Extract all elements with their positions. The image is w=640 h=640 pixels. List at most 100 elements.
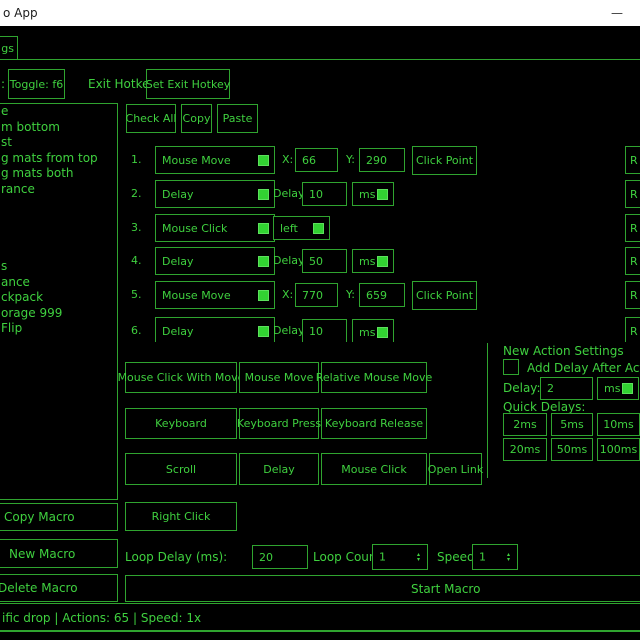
start-macro-button[interactable]: Start Macro xyxy=(125,575,640,602)
macro-list-item[interactable]: g mats both xyxy=(0,166,117,182)
action-type-value: Delay xyxy=(162,255,194,268)
action-type-dropdown[interactable]: Mouse Move xyxy=(155,146,275,174)
delay-unit-dropdown[interactable]: ms xyxy=(352,319,394,342)
toggle-hotkey-button[interactable]: Toggle: f6 xyxy=(8,69,65,99)
y-label: Y: xyxy=(346,288,355,301)
loop-count-stepper[interactable]: 1 ▴▾ xyxy=(372,544,428,570)
add-mouse-click-with-move-button[interactable]: Mouse Click With Move xyxy=(125,362,237,393)
add-keyboard-press-button[interactable]: Keyboard Press xyxy=(239,408,319,439)
tab-settings[interactable]: gs xyxy=(0,36,18,60)
paste-button[interactable]: Paste xyxy=(217,104,258,133)
speed-stepper[interactable]: 1 ▴▾ xyxy=(472,544,518,570)
macro-list-item[interactable]: e xyxy=(0,104,117,120)
copy-macro-button[interactable]: Copy Macro xyxy=(0,503,118,531)
delay-input[interactable]: 10 xyxy=(302,319,347,342)
add-keyboard-release-button[interactable]: Keyboard Release xyxy=(321,408,427,439)
action-type-dropdown[interactable]: Mouse Move xyxy=(155,281,275,309)
dropdown-indicator-icon xyxy=(377,256,388,267)
delay-input[interactable]: 50 xyxy=(302,249,347,273)
delete-macro-button[interactable]: Delete Macro xyxy=(0,574,118,602)
delay-unit-dropdown[interactable]: ms xyxy=(352,182,394,206)
tab-settings-label: gs xyxy=(1,42,14,55)
action-type-dropdown[interactable]: Delay xyxy=(155,247,275,275)
action-index: 2. xyxy=(131,187,142,200)
loop-delay-input[interactable]: 20 xyxy=(252,545,308,569)
quick-delay-20ms-button[interactable]: 20ms xyxy=(503,438,547,461)
macro-list-item[interactable] xyxy=(0,197,117,213)
quick-delay-2ms-button[interactable]: 2ms xyxy=(503,413,547,436)
quick-delay-10ms-button[interactable]: 10ms xyxy=(597,413,640,436)
remove-action-button[interactable]: R xyxy=(625,214,640,242)
minimize-button[interactable]: — xyxy=(600,0,634,26)
stepper-arrows-icon[interactable]: ▴▾ xyxy=(507,552,510,562)
add-open-link-button[interactable]: Open Link xyxy=(429,453,482,485)
action-type-dropdown[interactable]: Delay xyxy=(155,317,275,342)
new-action-delay-label: Delay: xyxy=(503,381,541,395)
add-mouse-click-button[interactable]: Mouse Click xyxy=(321,453,427,485)
macro-list-item[interactable]: rance xyxy=(0,182,117,198)
macro-list-item[interactable] xyxy=(0,228,117,244)
macro-list-item[interactable]: s xyxy=(0,259,117,275)
macro-list-item[interactable]: st xyxy=(0,135,117,151)
dropdown-indicator-icon xyxy=(258,223,269,234)
macro-list-item[interactable]: m bottom xyxy=(0,120,117,136)
y-input[interactable]: 659 xyxy=(359,283,405,307)
quick-delay-100ms-button[interactable]: 100ms xyxy=(597,438,640,461)
add-delay-checkbox[interactable] xyxy=(503,359,519,375)
click-point-button[interactable]: Click Point xyxy=(412,146,477,175)
new-action-delay-value: 2 xyxy=(547,382,554,395)
add-action-label: Keyboard xyxy=(155,417,207,430)
y-value: 290 xyxy=(366,154,387,167)
add-scroll-button[interactable]: Scroll xyxy=(125,453,237,485)
mouse-button-dropdown[interactable]: left xyxy=(273,216,330,240)
macro-list-item[interactable]: ance xyxy=(0,275,117,291)
copy-macro-label: Copy Macro xyxy=(4,510,75,524)
macro-list-item[interactable]: g mats from top xyxy=(0,151,117,167)
new-action-delay-unit-dropdown[interactable]: ms xyxy=(597,377,639,400)
check-all-button[interactable]: Check All xyxy=(126,104,176,133)
paste-label: Paste xyxy=(223,112,253,125)
remove-action-button[interactable]: R xyxy=(625,247,640,275)
new-action-delay-input[interactable]: 2 xyxy=(540,377,593,400)
add-mouse-move-button[interactable]: Mouse Move xyxy=(239,362,319,393)
macro-list-item[interactable]: Flip xyxy=(0,321,117,337)
new-macro-button[interactable]: New Macro xyxy=(0,539,118,568)
remove-action-button[interactable]: R xyxy=(625,146,640,174)
copy-button[interactable]: Copy xyxy=(181,104,212,133)
macro-list-item[interactable] xyxy=(0,213,117,229)
macro-list-item[interactable]: ckpack xyxy=(0,290,117,306)
delay-unit-dropdown[interactable]: ms xyxy=(352,249,394,273)
loop-count-value: 1 xyxy=(379,551,386,564)
add-delay-button[interactable]: Delay xyxy=(239,453,319,485)
x-input[interactable]: 66 xyxy=(295,148,338,172)
quick-delay-50ms-button[interactable]: 50ms xyxy=(551,438,593,461)
macro-list-item[interactable] xyxy=(0,244,117,260)
click-point-button[interactable]: Click Point xyxy=(412,281,477,310)
delay-label: Delay xyxy=(273,324,305,337)
x-input[interactable]: 770 xyxy=(295,283,338,307)
action-row: 2. Delay Delay 10 ms R xyxy=(120,180,640,208)
delay-label: Delay xyxy=(273,254,305,267)
set-exit-hotkey-button[interactable]: Set Exit Hotkey xyxy=(146,69,230,99)
macro-listbox[interactable]: e m bottom st g mats from top g mats bot… xyxy=(0,103,118,500)
stepper-arrows-icon[interactable]: ▴▾ xyxy=(417,552,420,562)
action-type-dropdown[interactable]: Delay xyxy=(155,180,275,208)
delay-unit-value: ms xyxy=(359,188,375,201)
remove-action-button[interactable]: R xyxy=(625,317,640,342)
add-right-click-button[interactable]: Right Click xyxy=(125,502,237,531)
action-row: 1. Mouse Move X: 66 Y: 290 Click Point R xyxy=(120,146,640,174)
action-type-dropdown[interactable]: Mouse Click xyxy=(155,214,275,242)
add-keyboard-button[interactable]: Keyboard xyxy=(125,408,237,439)
loop-delay-value: 20 xyxy=(259,551,273,564)
dropdown-indicator-icon xyxy=(377,327,388,338)
y-input[interactable]: 290 xyxy=(359,148,405,172)
quick-delay-5ms-button[interactable]: 5ms xyxy=(551,413,593,436)
remove-action-button[interactable]: R xyxy=(625,180,640,208)
remove-action-label: R xyxy=(630,255,638,268)
add-relative-mouse-move-button[interactable]: Relative Mouse Move xyxy=(321,362,427,393)
macro-list-item[interactable]: orage 999 xyxy=(0,306,117,322)
start-macro-label: Start Macro xyxy=(411,582,480,596)
remove-action-label: R xyxy=(630,154,638,167)
delay-input[interactable]: 10 xyxy=(302,182,347,206)
remove-action-button[interactable]: R xyxy=(625,281,640,309)
